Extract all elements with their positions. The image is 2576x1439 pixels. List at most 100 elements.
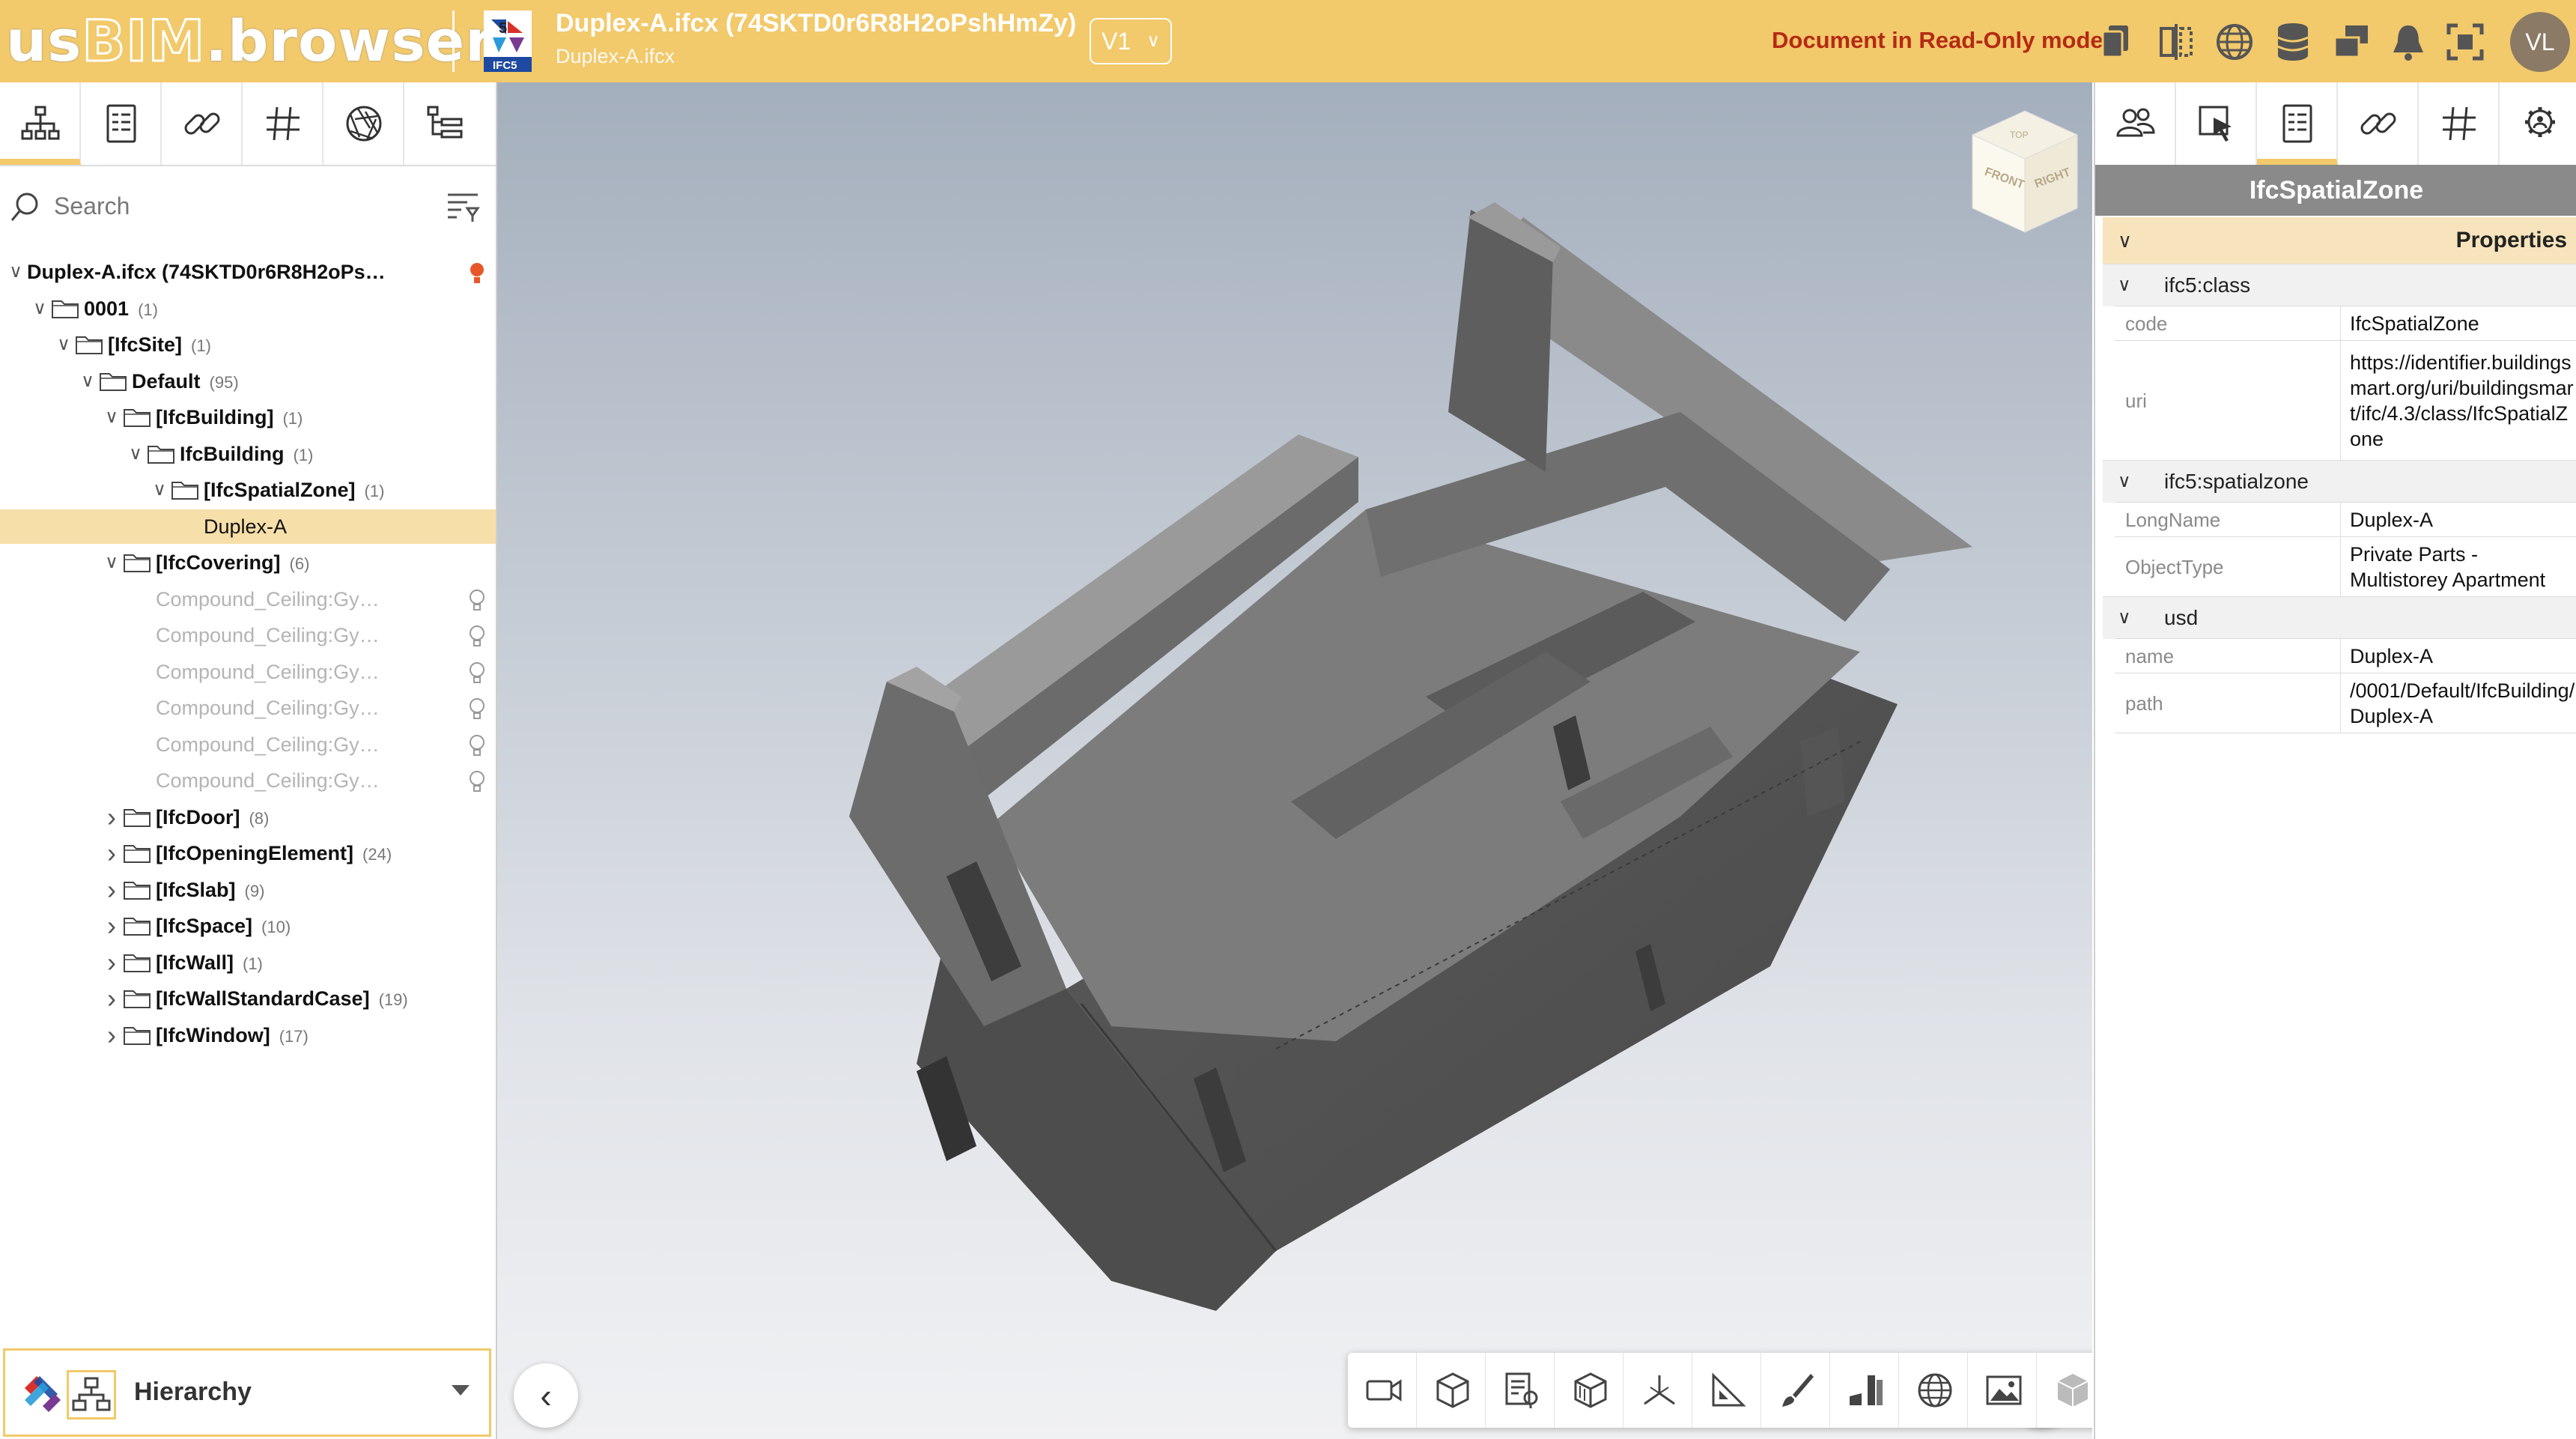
tab-tree-list[interactable] bbox=[404, 82, 485, 165]
tree-list-icon bbox=[427, 106, 463, 139]
tree-item[interactable]: Compound_Ceiling:Gy… bbox=[0, 618, 496, 652]
chevron-down-icon[interactable]: ∨ bbox=[126, 437, 145, 471]
tab-settings[interactable] bbox=[2500, 82, 2576, 165]
tab-hierarchy[interactable] bbox=[0, 82, 81, 165]
tab-properties[interactable] bbox=[2257, 82, 2338, 165]
property-group-header[interactable]: ∨ ifc5:spatialzone bbox=[2103, 460, 2576, 503]
measure-button[interactable] bbox=[1692, 1353, 1761, 1428]
windows-icon[interactable] bbox=[2329, 19, 2374, 64]
chevron-right-icon[interactable]: › bbox=[102, 836, 121, 870]
tree-item[interactable]: › [IfcDoor] (8) bbox=[0, 800, 496, 834]
tree-item[interactable]: ∨ Default (95) bbox=[0, 364, 496, 399]
chevron-right-icon[interactable]: › bbox=[102, 800, 121, 834]
folder-icon bbox=[124, 809, 151, 827]
camera-button[interactable] bbox=[1348, 1353, 1417, 1428]
chevron-right-icon[interactable]: › bbox=[102, 909, 121, 943]
chevron-down-icon[interactable]: ∨ bbox=[102, 400, 121, 434]
tab-links[interactable] bbox=[2338, 82, 2419, 165]
tree-item[interactable]: ∨ [IfcSite] (1) bbox=[0, 327, 496, 362]
tab-properties[interactable] bbox=[81, 82, 162, 165]
fullscreen-icon[interactable] bbox=[2443, 19, 2488, 64]
tab-selection[interactable] bbox=[2176, 82, 2257, 165]
tree-item[interactable]: Compound_Ceiling:Gy… bbox=[0, 582, 496, 617]
search-input[interactable] bbox=[52, 184, 415, 228]
database-icon[interactable] bbox=[2270, 19, 2315, 64]
axes-button[interactable] bbox=[1623, 1353, 1692, 1428]
tree-item[interactable]: › [IfcWallStandardCase] (19) bbox=[0, 981, 496, 1016]
section-box-button[interactable] bbox=[1555, 1353, 1623, 1428]
chevron-right-icon[interactable]: › bbox=[102, 1018, 121, 1052]
folder-icon bbox=[52, 300, 79, 318]
image-button[interactable] bbox=[1968, 1353, 2037, 1428]
tree-item[interactable]: Compound_Ceiling:Gy… bbox=[0, 763, 496, 798]
chevron-right-icon[interactable]: › bbox=[102, 945, 121, 980]
chevron-down-icon[interactable]: ∨ bbox=[102, 545, 121, 580]
visibility-bulb-icon[interactable] bbox=[467, 733, 487, 759]
tree-item[interactable]: › [IfcWindow] (17) bbox=[0, 1018, 496, 1052]
tree-item[interactable]: ∨ Duplex-A.ifcx (74SKTD0r6R8H2oPs… bbox=[0, 255, 496, 289]
visibility-bulb-icon[interactable] bbox=[467, 661, 487, 686]
version-select[interactable]: V1 ∨ bbox=[1090, 18, 1172, 64]
tree-item[interactable]: Compound_Ceiling:Gy… bbox=[0, 691, 496, 725]
building-model[interactable] bbox=[497, 82, 2092, 1439]
tab-views[interactable] bbox=[323, 82, 404, 165]
3d-viewport[interactable]: TOP FRONT RIGHT ‹ › ? bbox=[497, 82, 2092, 1439]
view-cube[interactable]: TOP FRONT RIGHT bbox=[1965, 105, 2085, 240]
compare-icon[interactable] bbox=[2154, 19, 2199, 64]
visibility-bulb-icon[interactable] bbox=[467, 769, 487, 795]
user-avatar[interactable]: VL bbox=[2510, 12, 2570, 72]
chevron-down-icon[interactable]: ∨ bbox=[54, 327, 73, 362]
cube-view-button[interactable] bbox=[1417, 1353, 1486, 1428]
documents-icon[interactable] bbox=[2094, 19, 2139, 64]
visibility-bulb-icon[interactable] bbox=[467, 261, 487, 286]
chevron-down-icon[interactable]: ∨ bbox=[30, 291, 49, 326]
tree-item[interactable]: › [IfcWall] (1) bbox=[0, 945, 496, 980]
tree-item[interactable]: ∨ [IfcCovering] (6) bbox=[0, 545, 496, 580]
visibility-bulb-icon[interactable] bbox=[467, 624, 487, 649]
brush-icon bbox=[1782, 1374, 1814, 1407]
tree-item[interactable]: ∨ [IfcBuilding] (1) bbox=[0, 400, 496, 434]
tree-item-label: [IfcWindow] (17) bbox=[156, 1018, 309, 1054]
globe-icon[interactable] bbox=[2212, 19, 2257, 64]
property-row: path/0001/Default/IfcBuilding/Duplex-A bbox=[2115, 673, 2576, 733]
tree-item-count: (24) bbox=[362, 845, 392, 864]
properties-icon bbox=[2282, 104, 2312, 143]
view-mode-selector[interactable]: Hierarchy bbox=[3, 1348, 491, 1437]
tree-item[interactable]: › [IfcSpace] (10) bbox=[0, 909, 496, 943]
tree-item-label: Compound_Ceiling:Gy… bbox=[156, 691, 380, 725]
geo-button[interactable] bbox=[1899, 1353, 1968, 1428]
tree-item[interactable]: Duplex-A bbox=[0, 509, 496, 544]
brush-button[interactable] bbox=[1761, 1353, 1830, 1428]
folder-icon bbox=[100, 373, 127, 391]
annotation-button[interactable] bbox=[1486, 1353, 1555, 1428]
tree-item[interactable]: › [IfcOpeningElement] (24) bbox=[0, 836, 496, 870]
chevron-right-icon[interactable]: › bbox=[102, 981, 121, 1016]
notifications-bell-icon[interactable] bbox=[2386, 19, 2431, 64]
tree-item[interactable]: › [IfcSlab] (9) bbox=[0, 873, 496, 907]
property-key: ObjectType bbox=[2115, 537, 2341, 597]
chevron-down-icon[interactable]: ∨ bbox=[78, 364, 97, 399]
tab-links[interactable] bbox=[162, 82, 243, 165]
visibility-bulb-icon[interactable] bbox=[467, 697, 487, 722]
elevation-button[interactable] bbox=[1830, 1353, 1899, 1428]
tab-codes[interactable] bbox=[2419, 82, 2500, 165]
chevron-down-icon[interactable]: ∨ bbox=[6, 255, 25, 289]
tree-item[interactable]: ∨ [IfcSpatialZone] (1) bbox=[0, 473, 496, 507]
tab-users[interactable] bbox=[2095, 82, 2176, 165]
tab-codes[interactable] bbox=[243, 82, 323, 165]
chevron-right-icon[interactable]: › bbox=[102, 873, 121, 907]
tree-item[interactable]: Compound_Ceiling:Gy… bbox=[0, 655, 496, 689]
tree-item[interactable]: ∨ IfcBuilding (1) bbox=[0, 437, 496, 471]
render-mode-button[interactable] bbox=[2037, 1353, 2092, 1428]
tree-item-label: [IfcBuilding] (1) bbox=[156, 400, 303, 436]
property-group-header[interactable]: ∨ usd bbox=[2103, 596, 2576, 639]
tree-item[interactable]: Compound_Ceiling:Gy… bbox=[0, 727, 496, 762]
tree-item[interactable]: ∨ 0001 (1) bbox=[0, 291, 496, 326]
filter-sort-icon[interactable] bbox=[445, 190, 481, 223]
visibility-bulb-icon[interactable] bbox=[467, 588, 487, 614]
properties-header[interactable]: ∨ Properties bbox=[2103, 217, 2576, 264]
app-logo[interactable]: usBIM.browser bbox=[6, 7, 494, 76]
property-group-header[interactable]: ∨ ifc5:class bbox=[2103, 264, 2576, 306]
chevron-down-icon[interactable]: ∨ bbox=[150, 473, 169, 507]
prev-panel-button[interactable]: ‹ bbox=[514, 1363, 578, 1428]
